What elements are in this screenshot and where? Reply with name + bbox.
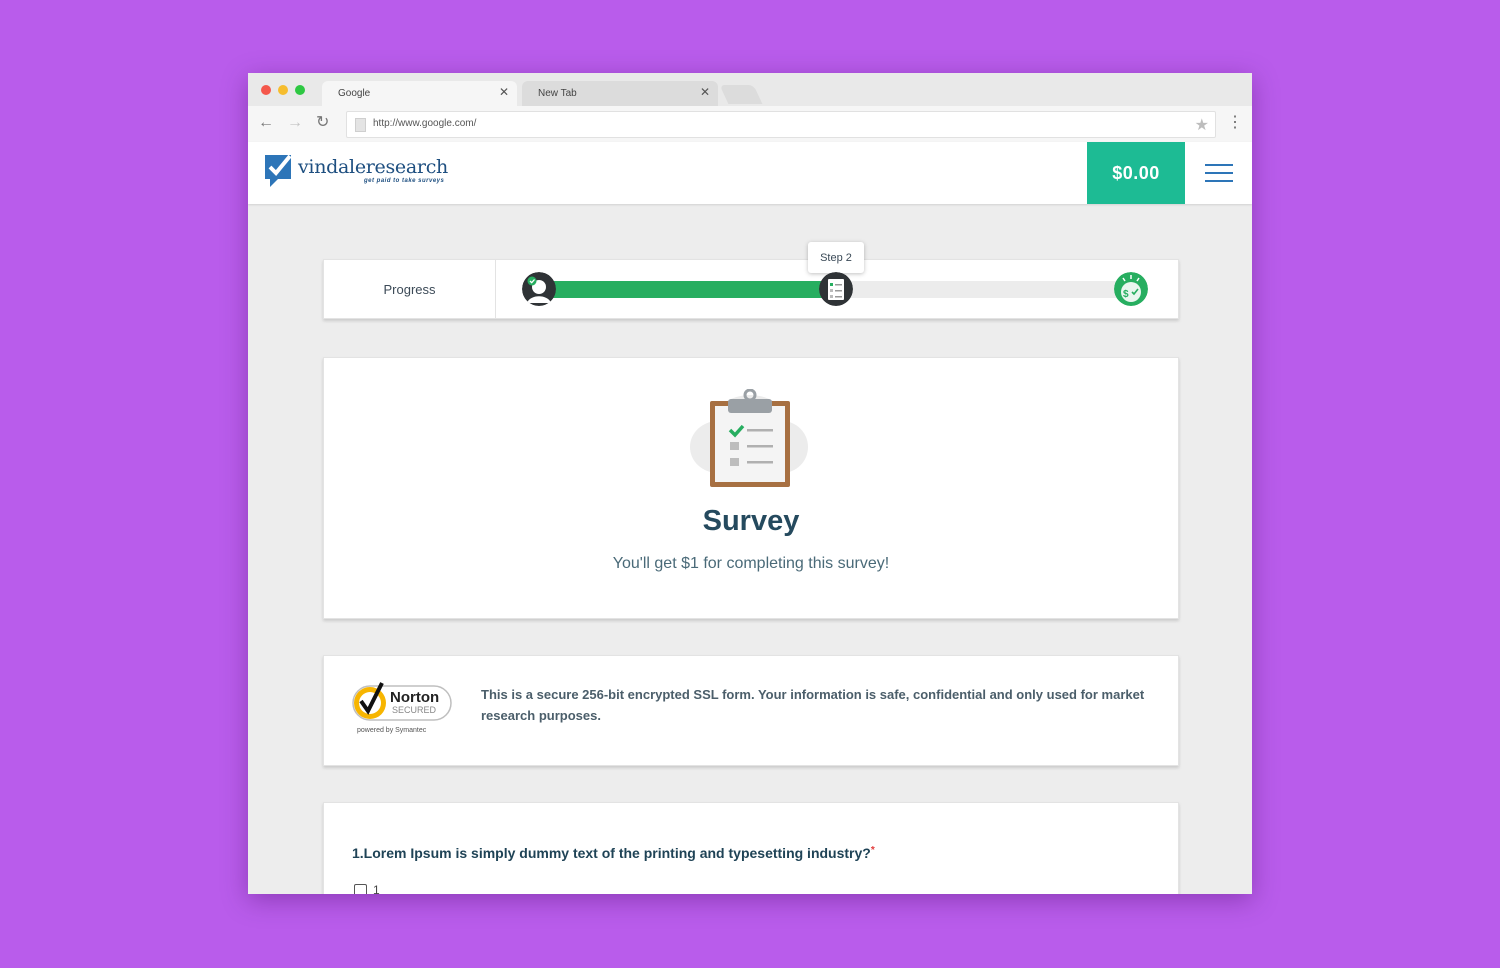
checkbox[interactable] [354,883,367,894]
new-tab-button[interactable] [719,85,763,104]
progress-fill [544,281,837,298]
close-tab-icon[interactable]: ✕ [499,85,509,99]
question-card: 1.Lorem Ipsum is simply dummy text of th… [323,802,1179,894]
forward-arrow-icon[interactable]: → [287,114,303,132]
tab-new-tab[interactable]: New Tab ✕ [522,81,718,106]
tab-title: New Tab [538,88,577,99]
logo-checkmark-icon [265,154,292,187]
security-card: Norton SECURED powered by Symantec This … [323,655,1179,766]
close-tab-icon[interactable]: ✕ [700,85,710,99]
clipboard-icon [690,389,808,487]
tab-strip: Google ✕ New Tab ✕ [248,73,1252,106]
security-message: This is a secure 256-bit encrypted SSL f… [481,687,1145,723]
browser-window: Google ✕ New Tab ✕ ← → ↻ http://www.goog… [248,73,1252,894]
bookmark-star-icon[interactable]: ★ [1195,115,1209,135]
norton-secured-badge: Norton SECURED powered by Symantec [352,682,452,734]
back-arrow-icon[interactable]: ← [258,114,274,132]
minimize-window-button[interactable] [278,85,288,95]
balance-button[interactable]: $0.00 [1087,142,1185,204]
reload-icon[interactable]: ↻ [316,114,329,132]
logo-tagline: get paid to take surveys [364,178,445,184]
step-tooltip: Step 2 [808,242,864,273]
question-text: 1.Lorem Ipsum is simply dummy text of th… [352,845,875,861]
survey-subtitle: You'll get $1 for completing this survey… [612,555,890,572]
svg-text:$: $ [1123,289,1129,300]
logo-text[interactable]: vindaleresearch [298,156,448,178]
survey-step-icon[interactable] [819,272,853,306]
browser-menu-icon[interactable]: ⋮ [1227,115,1243,131]
required-asterisk: * [870,845,875,856]
tab-title: Google [338,88,371,99]
answer-option-label: 1 [373,883,380,894]
norton-secured-text: SECURED [392,705,437,715]
profile-step-icon [522,272,556,306]
site-header: vindaleresearch get paid to take surveys… [248,142,1252,204]
progress-card: Progress Step 2 $ [323,242,1179,319]
url-text: http://www.google.com/ [373,118,477,129]
norton-brand-text: Norton [390,689,439,706]
progress-label: Progress [324,260,496,318]
maximize-window-button[interactable] [295,85,305,95]
tab-google[interactable]: Google ✕ [322,81,517,106]
address-bar[interactable]: http://www.google.com/ ★ [346,111,1216,138]
question-label: 1.Lorem Ipsum is simply dummy text of th… [352,845,871,861]
close-window-button[interactable] [261,85,271,95]
hamburger-menu-icon[interactable] [1203,162,1235,184]
page-icon [355,118,366,132]
answer-option[interactable]: 1 [354,883,380,894]
norton-powered-text: powered by Symantec [357,727,427,734]
survey-card: Survey You'll get $1 for completing this… [323,357,1179,619]
reward-step-icon: $ [1114,272,1148,306]
survey-title: Survey [702,505,800,537]
browser-toolbar: ← → ↻ http://www.google.com/ ★ ⋮ [248,106,1252,143]
